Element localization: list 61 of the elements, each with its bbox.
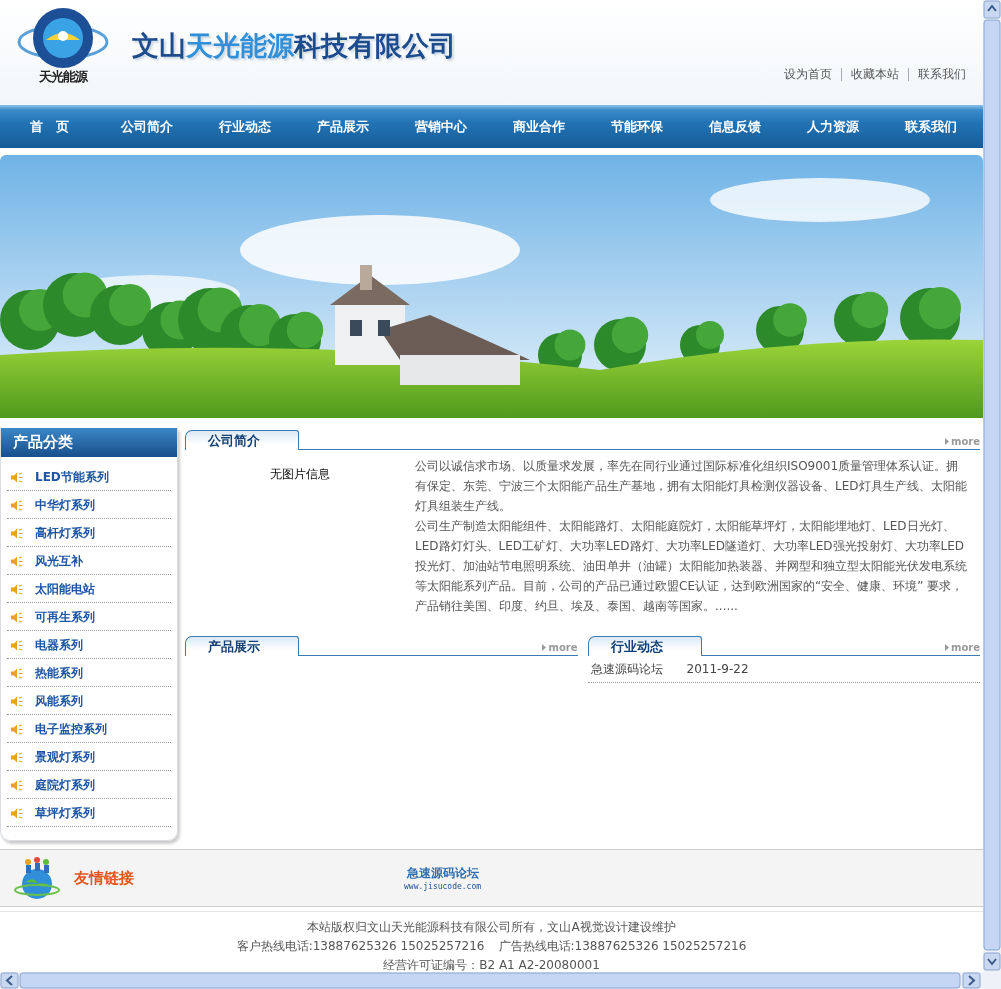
category-link[interactable]: 高杆灯系列 — [35, 524, 95, 542]
footer-text: 经营许可证编号：B2 A1 A2-20080001 — [383, 957, 600, 972]
nav-link[interactable]: 节能环保 — [588, 105, 686, 148]
intro-paragraph: 公司生产制造太阳能组件、太阳能路灯、太阳能庭院灯，太阳能草坪灯，太阳能埋地灯、LED日光灯、LED路灯灯头、LED工矿灯、大功率LED路灯、大功率LED隧道灯、大功率LED强光投射灯、大功率LED投光灯、加油站节电照明系统、油田单井（油罐）太阳能加热装器、并网型和独立型太阳能光伏发电系统等太阳能系列产品。目前，公司的产品已通过欧盟CE认证，达到欧洲国家的“安全、健康、环境” 要求，产品销往美国、印度、约旦、埃及、泰国、越南等国家。...... — [415, 518, 968, 615]
friend-links-title: 友情链接 — [74, 868, 135, 888]
scrollbar[interactable] — [983, 0, 1001, 972]
footer-text: 广告热线电话:13887625326 15025257216 — [498, 938, 747, 955]
intro-paragraph: 公司以诚信求市场、以质量求发展，率先在同行业通过国际标准化组织ISO9001质量管理体系认证。拥有保定、东莞、宁波三个太阳能产品生产基地，拥有太阳能灯具检测仪器设备、LED灯具生产线、太阳能灯具组装生产线。 — [415, 458, 968, 515]
arrow-icon — [945, 644, 949, 651]
nav-link[interactable]: 营销中心 — [392, 105, 490, 148]
top-link[interactable]: 联系我们 — [908, 68, 975, 81]
speaker-icon — [11, 499, 23, 511]
news-date: 2011-9-22 — [686, 662, 749, 676]
arrow-icon — [945, 438, 949, 445]
logo-caption: 天光能源 — [39, 68, 87, 86]
section-tab[interactable]: 产品展示 — [185, 636, 299, 656]
nav-link[interactable]: 商业合作 — [490, 105, 588, 148]
speaker-icon — [11, 779, 23, 791]
section-tab[interactable]: 行业动态 — [587, 636, 702, 656]
category-link[interactable]: 中华灯系列 — [35, 496, 95, 514]
category-link[interactable]: 太阳能电站 — [35, 580, 95, 598]
speaker-icon — [11, 695, 23, 707]
company-title: 文山天光能源科技有限公司 — [132, 29, 456, 63]
speaker-icon — [11, 751, 23, 763]
footer-text: 客户热线电话:13887625326 15025257216 — [236, 938, 485, 955]
speaker-icon — [11, 667, 23, 679]
globe-people-icon — [14, 856, 60, 900]
nav-link[interactable]: 产品展示 — [294, 105, 392, 148]
top-link[interactable]: 收藏本站 — [841, 68, 908, 81]
category-link[interactable]: 风能系列 — [35, 692, 83, 710]
category-link[interactable]: 电器系列 — [35, 636, 83, 654]
partner-logo-link[interactable]: 急速源码论坛 www.jisucode.com — [404, 865, 482, 891]
news-link[interactable]: 急速源码论坛 — [590, 660, 663, 678]
speaker-icon — [11, 527, 23, 539]
nav-link[interactable]: 人力资源 — [784, 105, 882, 148]
category-link[interactable]: 可再生系列 — [35, 608, 95, 626]
nav-link[interactable]: 首 页 — [0, 105, 98, 148]
speaker-icon — [11, 639, 23, 651]
nav-link[interactable]: 信息反馈 — [686, 105, 784, 148]
nav-link[interactable]: 行业动态 — [196, 105, 294, 148]
top-link[interactable]: 设为首页 — [775, 68, 841, 81]
category-link[interactable]: 热能系列 — [35, 664, 83, 682]
category-link[interactable]: LED节能系列 — [35, 468, 109, 486]
section-tab[interactable]: 公司简介 — [185, 430, 299, 450]
speaker-icon — [11, 471, 23, 483]
arrow-icon — [542, 644, 547, 651]
category-link[interactable]: 风光互补 — [35, 552, 83, 570]
nav-link[interactable]: 公司简介 — [98, 105, 196, 148]
category-link[interactable]: 电子监控系列 — [35, 720, 107, 738]
no-image-note: 无图片信息 — [270, 467, 330, 481]
category-link[interactable]: 草坪灯系列 — [35, 804, 95, 822]
category-link[interactable]: 庭院灯系列 — [35, 776, 95, 794]
speaker-icon — [11, 555, 23, 567]
speaker-icon — [11, 723, 23, 735]
speaker-icon — [11, 611, 23, 623]
speaker-icon — [11, 807, 23, 819]
nav-link[interactable]: 联系我们 — [882, 105, 980, 148]
category-link[interactable]: 景观灯系列 — [35, 748, 95, 766]
footer-text: 本站版权归文山天光能源科技有限公司所有，文山A视觉设计建设维护 — [307, 919, 676, 936]
sidebar-title: 产品分类 — [1, 428, 177, 457]
speaker-icon — [11, 583, 23, 595]
